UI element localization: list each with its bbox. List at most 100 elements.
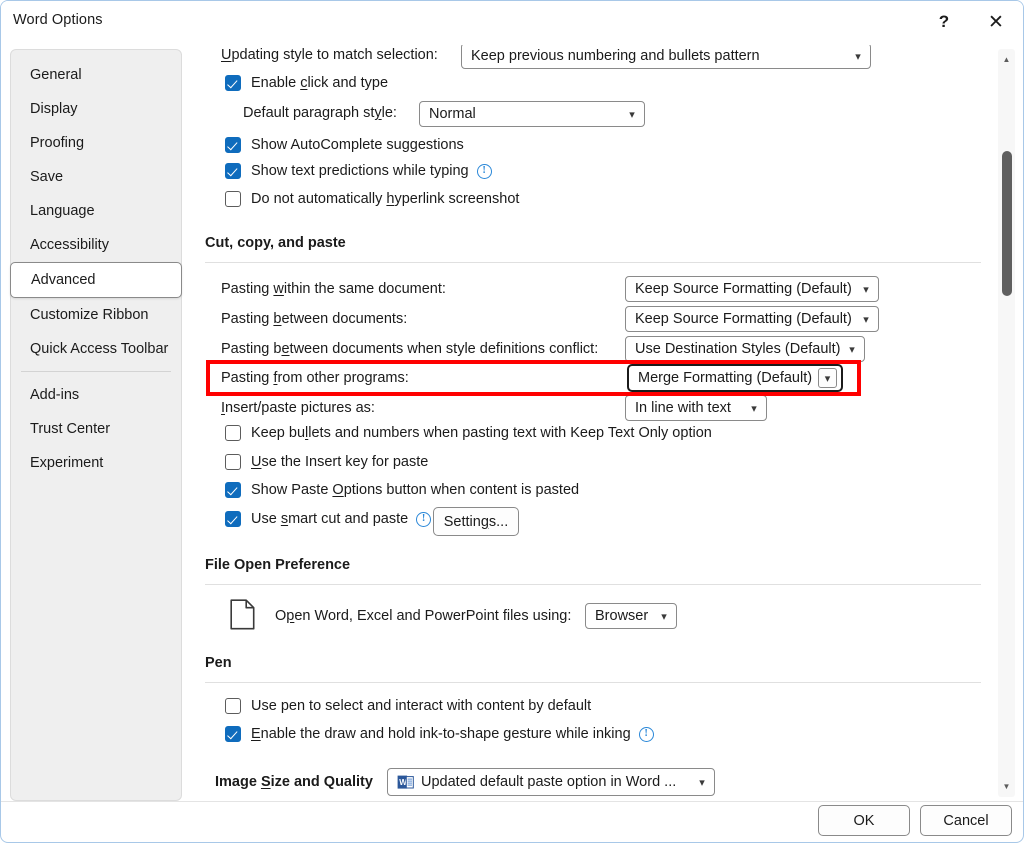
sidebar-item-label: Display <box>30 101 78 117</box>
show-paste-options-row[interactable]: Show Paste Options button when content i… <box>225 482 579 498</box>
sidebar-item-label: Experiment <box>30 455 103 471</box>
keep-bullets-numbers-row[interactable]: Keep bullets and numbers when pasting te… <box>225 425 712 441</box>
enable-click-and-type-row[interactable]: Enable click and type <box>225 75 388 91</box>
show-autocomplete-checkbox[interactable] <box>225 137 241 153</box>
pasting-from-other-programs-dropdown[interactable]: Merge Formatting (Default) ▾ <box>627 364 843 392</box>
info-icon[interactable]: ! <box>639 727 654 742</box>
footer-divider <box>1 801 1024 802</box>
sidebar-item-label: Save <box>30 169 63 185</box>
sidebar-item-experiment[interactable]: Experiment <box>11 446 181 480</box>
show-text-predictions-label: Show text predictions while typing <box>251 163 469 179</box>
enable-ink-to-shape-label: Enable the draw and hold ink-to-shape ge… <box>251 726 631 742</box>
chevron-down-icon: ▾ <box>694 776 710 789</box>
sidebar-item-label: Advanced <box>31 272 96 288</box>
image-size-and-quality-dropdown[interactable]: W Updated default paste option in Word .… <box>387 768 715 796</box>
sidebar-item-proofing[interactable]: Proofing <box>11 126 181 160</box>
sidebar-item-quick-access-toolbar[interactable]: Quick Access Toolbar <box>11 332 181 366</box>
document-icon <box>230 599 255 630</box>
no-auto-hyperlink-label: Do not automatically hyperlink screensho… <box>251 191 519 207</box>
pasting-from-other-programs-value: Merge Formatting (Default) <box>638 370 814 386</box>
open-files-using-dropdown[interactable]: Browser ▾ <box>585 603 677 629</box>
sidebar-divider <box>21 371 171 372</box>
scroll-down-arrow-icon[interactable]: ▼ <box>998 778 1015 795</box>
use-pen-to-select-row[interactable]: Use pen to select and interact with cont… <box>225 698 591 714</box>
show-paste-options-label: Show Paste Options button when content i… <box>251 482 579 498</box>
image-size-and-quality-value: Updated default paste option in Word ... <box>421 774 694 790</box>
keep-bullets-numbers-checkbox[interactable] <box>225 425 241 441</box>
pasting-within-same-document-label: Pasting within the same document: <box>221 281 446 297</box>
insert-paste-pictures-dropdown[interactable]: In line with text ▾ <box>625 395 767 421</box>
title-bar: Word Options ? ✕ <box>1 1 1024 43</box>
vertical-scrollbar[interactable]: ▲ ▼ <box>998 49 1015 797</box>
sidebar-item-label: Customize Ribbon <box>30 307 148 323</box>
open-files-using-value: Browser <box>595 608 656 624</box>
no-auto-hyperlink-checkbox[interactable] <box>225 191 241 207</box>
use-insert-key-checkbox[interactable] <box>225 454 241 470</box>
info-icon[interactable]: ! <box>416 512 431 527</box>
no-auto-hyperlink-row[interactable]: Do not automatically hyperlink screensho… <box>225 191 519 207</box>
section-divider <box>205 682 981 683</box>
pasting-between-documents-value: Keep Source Formatting (Default) <box>635 311 858 327</box>
question-mark-icon[interactable]: ? <box>921 1 967 43</box>
show-paste-options-checkbox[interactable] <box>225 482 241 498</box>
page-title: Word Options <box>13 12 103 28</box>
ok-button-label: OK <box>854 813 875 829</box>
close-icon[interactable]: ✕ <box>973 1 1019 43</box>
sidebar-item-add-ins[interactable]: Add-ins <box>11 378 181 412</box>
info-icon[interactable]: ! <box>477 164 492 179</box>
chevron-down-icon: ▾ <box>624 108 640 121</box>
sidebar-item-language[interactable]: Language <box>11 194 181 228</box>
chevron-down-icon[interactable]: ▾ <box>818 368 837 388</box>
use-smart-cut-and-paste-row[interactable]: Use smart cut and paste ! <box>225 511 431 527</box>
section-divider <box>205 262 981 263</box>
insert-paste-pictures-label: Insert/paste pictures as: <box>221 400 375 416</box>
enable-ink-to-shape-checkbox[interactable] <box>225 726 241 742</box>
sidebar-item-label: General <box>30 67 82 83</box>
enable-ink-to-shape-row[interactable]: Enable the draw and hold ink-to-shape ge… <box>225 726 654 742</box>
enable-click-and-type-checkbox[interactable] <box>225 75 241 91</box>
sidebar-item-label: Add-ins <box>30 387 79 403</box>
sidebar-item-trust-center[interactable]: Trust Center <box>11 412 181 446</box>
cancel-button[interactable]: Cancel <box>920 805 1012 836</box>
pasting-between-documents-label: Pasting between documents: <box>221 311 407 327</box>
default-paragraph-style-dropdown[interactable]: Normal ▾ <box>419 101 645 127</box>
scrollbar-thumb[interactable] <box>1002 151 1012 296</box>
pasting-within-same-document-dropdown[interactable]: Keep Source Formatting (Default) ▾ <box>625 276 879 302</box>
show-autocomplete-row[interactable]: Show AutoComplete suggestions <box>225 137 464 153</box>
settings-button[interactable]: Settings... <box>433 507 519 536</box>
pasting-style-conflict-value: Use Destination Styles (Default) <box>635 341 844 357</box>
sidebar-item-label: Language <box>30 203 95 219</box>
sidebar-item-save[interactable]: Save <box>11 160 181 194</box>
options-content-pane: Updating style to match selection: Keep … <box>197 45 981 801</box>
use-insert-key-label: Use the Insert key for paste <box>251 454 428 470</box>
use-pen-to-select-label: Use pen to select and interact with cont… <box>251 698 591 714</box>
keep-bullets-numbers-label: Keep bullets and numbers when pasting te… <box>251 425 712 441</box>
settings-button-label: Settings... <box>444 514 509 530</box>
image-size-and-quality-heading: Image Size and Quality <box>215 774 373 790</box>
sidebar-item-advanced[interactable]: Advanced <box>10 262 182 298</box>
updating-style-dropdown[interactable]: Keep previous numbering and bullets patt… <box>461 45 871 69</box>
show-text-predictions-checkbox[interactable] <box>225 163 241 179</box>
ok-button[interactable]: OK <box>818 805 910 836</box>
cancel-button-label: Cancel <box>943 813 988 829</box>
use-insert-key-row[interactable]: Use the Insert key for paste <box>225 454 428 470</box>
pasting-style-conflict-dropdown[interactable]: Use Destination Styles (Default) ▾ <box>625 336 865 362</box>
use-pen-to-select-checkbox[interactable] <box>225 698 241 714</box>
default-paragraph-style-label: Default paragraph style: <box>243 105 397 121</box>
sidebar-item-label: Proofing <box>30 135 84 151</box>
sidebar-item-accessibility[interactable]: Accessibility <box>11 228 181 262</box>
scroll-up-arrow-icon[interactable]: ▲ <box>998 51 1015 68</box>
chevron-down-icon: ▾ <box>656 610 672 623</box>
sidebar-item-display[interactable]: Display <box>11 92 181 126</box>
chevron-down-icon: ▾ <box>858 313 874 326</box>
enable-click-and-type-label: Enable click and type <box>251 75 388 91</box>
use-smart-cut-and-paste-checkbox[interactable] <box>225 511 241 527</box>
chevron-down-icon: ▾ <box>844 343 860 356</box>
sidebar-item-customize-ribbon[interactable]: Customize Ribbon <box>11 298 181 332</box>
pasting-between-documents-dropdown[interactable]: Keep Source Formatting (Default) ▾ <box>625 306 879 332</box>
show-text-predictions-row[interactable]: Show text predictions while typing ! <box>225 163 492 179</box>
updating-style-value: Keep previous numbering and bullets patt… <box>471 48 850 64</box>
sidebar-item-general[interactable]: General <box>11 58 181 92</box>
sidebar-item-label: Quick Access Toolbar <box>30 341 168 357</box>
word-options-dialog: Word Options ? ✕ General Display Proofin… <box>0 0 1024 843</box>
